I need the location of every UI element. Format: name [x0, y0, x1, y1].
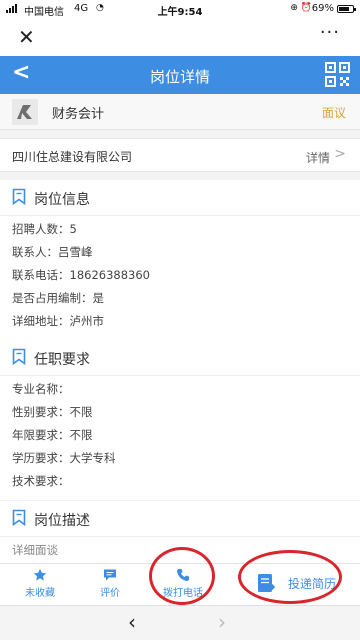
- star-icon: [33, 568, 47, 581]
- section-body: 详细面谈: [12, 539, 58, 562]
- browser-nav-bar: ‹ ›: [0, 605, 360, 640]
- req-row-major: 专业名称：: [12, 382, 70, 396]
- browser-forward-icon[interactable]: ›: [218, 610, 226, 634]
- bookmark-icon: [12, 188, 26, 205]
- info-row-contact: 联系人：吕雪峰: [12, 245, 93, 259]
- section-header: 岗位信息: [0, 180, 360, 216]
- close-icon[interactable]: ✕: [18, 25, 35, 49]
- qr-code-icon[interactable]: [325, 62, 350, 87]
- nav-bar: < 岗位详情: [0, 56, 360, 94]
- phone-icon: [177, 569, 189, 581]
- section-body: 招聘人数：5 联系人：吕雪峰 联系电话：18626388360 是否占用编制：是…: [12, 218, 150, 333]
- review-label: 评价: [100, 588, 120, 599]
- section-body: 专业名称： 性别要求：不限 年限要求：不限 学历要求：大学专科 技术要求：: [12, 378, 116, 493]
- battery-icon: [337, 5, 356, 13]
- section-job-info: 岗位信息 招聘人数：5 联系人：吕雪峰 联系电话：18626388360 是否占…: [0, 180, 360, 342]
- review-button[interactable]: 评价: [94, 568, 126, 599]
- section-title: 岗位信息: [34, 192, 90, 208]
- battery-percent: 69%: [311, 3, 334, 14]
- resume-icon: [258, 574, 276, 592]
- job-title: 财务会计: [52, 107, 105, 122]
- company-row[interactable]: 四川住总建设有限公司 详情 >: [0, 138, 360, 172]
- info-row-address: 详细地址：泸州市: [12, 314, 104, 328]
- section-description: 岗位描述 详细面谈: [0, 501, 360, 563]
- description-text: 详细面谈: [12, 543, 58, 557]
- job-header: 财务会计 面议: [0, 94, 360, 130]
- browser-back-icon[interactable]: ‹: [128, 610, 136, 634]
- info-row-staffing: 是否占用编制：是: [12, 291, 104, 305]
- chevron-right-icon: >: [334, 146, 346, 162]
- page-title: 岗位详情: [149, 68, 210, 86]
- webview-top-bar: ✕ ···: [0, 18, 360, 56]
- req-row-education: 学历要求：大学专科: [12, 451, 116, 465]
- favorite-label: 未收藏: [25, 588, 55, 599]
- salary-label: 面议: [321, 106, 346, 120]
- comment-icon: [104, 569, 116, 581]
- call-button[interactable]: 拨打电话: [158, 568, 208, 599]
- company-detail-link[interactable]: 详情: [306, 149, 330, 166]
- submit-resume-button[interactable]: 投递简历: [250, 568, 340, 602]
- bottom-action-bar: 未收藏 评价 拨打电话 投递简历: [0, 563, 360, 605]
- status-bar: 中国电信 4G ◔ 上午9:54 ⊕ ⏰ 69%: [0, 0, 360, 18]
- section-title: 岗位描述: [34, 513, 90, 529]
- section-requirements: 任职要求 专业名称： 性别要求：不限 年限要求：不限 学历要求：大学专科 技术要…: [0, 340, 360, 500]
- submit-resume-label: 投递简历: [288, 577, 337, 591]
- section-title: 任职要求: [34, 352, 90, 368]
- company-name: 四川住总建设有限公司: [12, 150, 133, 164]
- info-row-headcount: 招聘人数：5: [12, 222, 77, 236]
- more-options-button[interactable]: ···: [320, 22, 340, 43]
- req-row-skills: 技术要求：: [12, 474, 70, 488]
- req-row-years: 年限要求：不限: [12, 428, 93, 442]
- section-header: 任职要求: [0, 340, 360, 376]
- bookmark-icon: [12, 348, 26, 365]
- req-row-gender: 性别要求：不限: [12, 405, 93, 419]
- bookmark-icon: [12, 509, 26, 526]
- company-logo: [12, 99, 38, 125]
- favorite-button[interactable]: 未收藏: [20, 568, 60, 599]
- info-row-phone: 联系电话：18626388360: [12, 268, 150, 282]
- section-header: 岗位描述: [0, 501, 360, 537]
- alarm-icon: ⊕ ⏰: [290, 3, 312, 13]
- call-label: 拨打电话: [163, 588, 203, 599]
